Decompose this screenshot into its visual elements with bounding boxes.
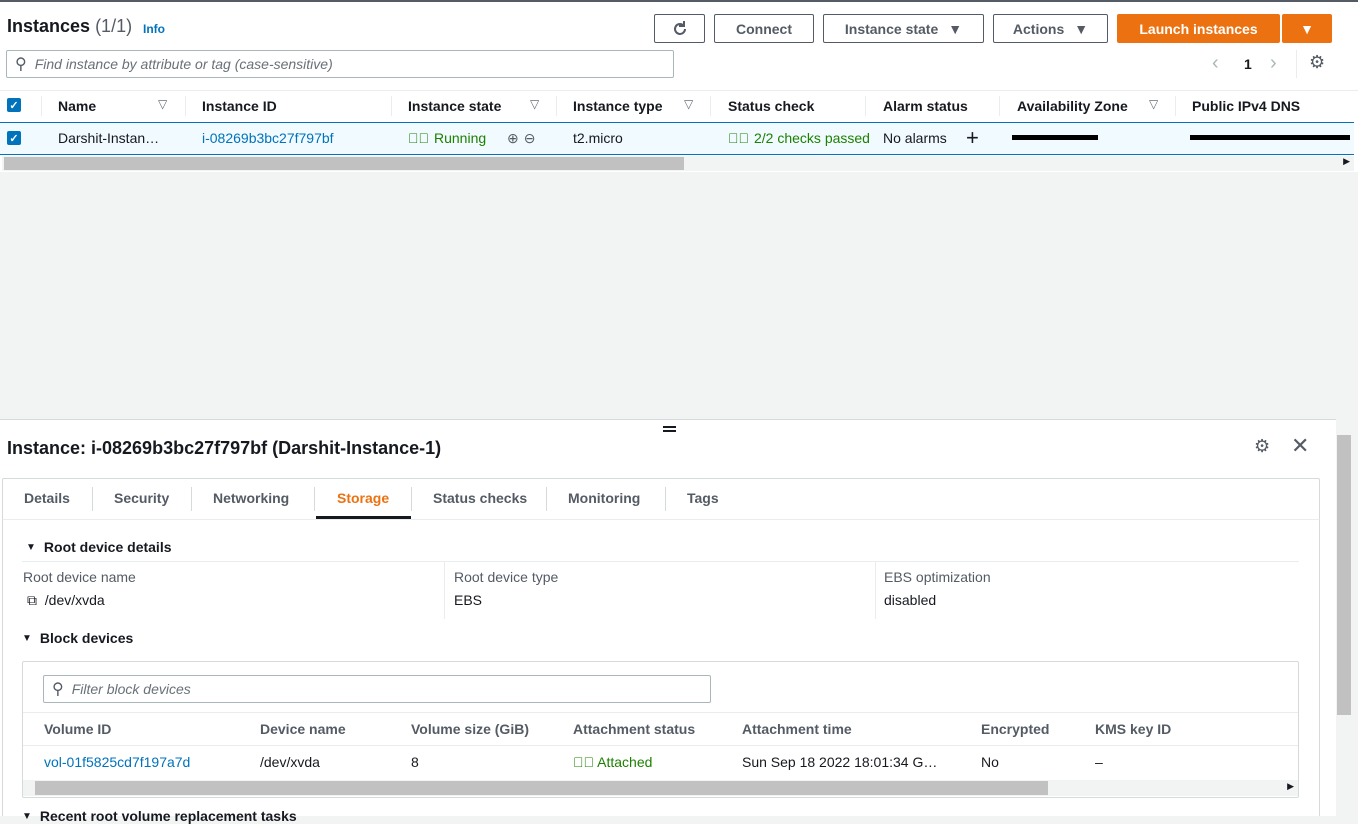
ebs-optimization-label: EBS optimization: [884, 569, 991, 585]
kms-key-id: –: [1095, 754, 1103, 770]
gear-icon[interactable]: ⚙: [1254, 436, 1270, 457]
instance-name: Darshit-Instan…: [58, 130, 160, 146]
caret-down-icon: ▼: [1074, 20, 1089, 37]
alarm-status: No alarms: [883, 130, 947, 146]
block-horizontal-scrollbar[interactable]: ▶: [23, 780, 1298, 796]
caret-down-icon: ▼: [1300, 20, 1314, 37]
actions-button[interactable]: Actions ▼: [993, 14, 1108, 43]
volume-id-link[interactable]: vol-01f5825cd7f197a7d: [44, 754, 190, 770]
sort-icon[interactable]: ▽: [158, 97, 167, 111]
prev-page-icon[interactable]: ‹: [1212, 52, 1219, 75]
sort-icon[interactable]: ▽: [530, 97, 539, 111]
tab-monitoring[interactable]: Monitoring: [568, 490, 640, 506]
instances-panel: Instances (1/1) Info Connect Instance st…: [0, 0, 1358, 172]
resize-handle[interactable]: [663, 426, 676, 428]
search-input[interactable]: ⚲ Find instance by attribute or tag (case…: [6, 50, 674, 78]
filter-block-devices-input[interactable]: ⚲ Filter block devices: [43, 675, 711, 703]
refresh-button[interactable]: [654, 14, 705, 43]
attachment-time: Sun Sep 18 2022 18:01:34 G…: [742, 754, 938, 770]
column-header-name[interactable]: Name: [58, 94, 96, 118]
instance-id-link[interactable]: i-08269b3bc27f797bf: [202, 129, 334, 147]
tab-details[interactable]: Details: [24, 490, 70, 506]
add-alarm-icon[interactable]: +: [966, 125, 979, 151]
tab-status-checks[interactable]: Status checks: [433, 490, 527, 506]
attachment-status: ✓⃝ Attached: [573, 754, 653, 770]
caret-down-icon: ▼: [22, 810, 32, 822]
horizontal-scrollbar[interactable]: ▶: [2, 156, 1354, 171]
next-page-icon[interactable]: ›: [1270, 52, 1277, 75]
column-header-attachment-time[interactable]: Attachment time: [742, 721, 852, 737]
column-header-alarm-status[interactable]: Alarm status: [883, 94, 968, 118]
instance-type: t2.micro: [573, 130, 623, 146]
column-header-device-name[interactable]: Device name: [260, 721, 346, 737]
root-device-type-label: Root device type: [454, 569, 559, 585]
row-checkbox[interactable]: ✓: [7, 131, 21, 145]
tab-networking[interactable]: Networking: [213, 490, 289, 506]
info-link[interactable]: Info: [143, 22, 165, 36]
launch-instances-button[interactable]: Launch instances: [1117, 14, 1280, 43]
select-all-checkbox[interactable]: ✓: [7, 98, 21, 112]
zoom-out-icon[interactable]: ⊖: [524, 130, 536, 147]
vertical-scrollbar[interactable]: [1336, 420, 1352, 816]
root-device-section[interactable]: ▼ Root device details: [26, 539, 172, 555]
column-header-instance-state[interactable]: Instance state: [408, 94, 501, 118]
gear-icon[interactable]: ⚙: [1309, 52, 1325, 73]
root-device-type: EBS: [454, 592, 483, 608]
search-icon: ⚲: [15, 56, 27, 73]
column-header-volume-size[interactable]: Volume size (GiB): [411, 721, 529, 737]
tab-storage[interactable]: Storage: [337, 490, 389, 506]
page-title: Instances (1/1): [7, 16, 133, 36]
column-header-public-dns[interactable]: Public IPv4 DNS: [1192, 94, 1300, 118]
zoom-in-icon[interactable]: ⊕: [507, 130, 519, 147]
close-icon[interactable]: ✕: [1291, 433, 1309, 459]
connect-button[interactable]: Connect: [714, 14, 814, 43]
replacement-tasks-section[interactable]: ▼ Recent root volume replacement tasks: [22, 808, 297, 824]
instance-state-button[interactable]: Instance state ▼: [823, 14, 984, 43]
column-header-encrypted[interactable]: Encrypted: [981, 721, 1049, 737]
caret-down-icon: ▼: [948, 20, 963, 37]
sort-icon[interactable]: ▽: [1149, 97, 1158, 111]
search-icon: ⚲: [52, 681, 64, 698]
root-device-name-label: Root device name: [23, 569, 136, 585]
status-check: ✓⃝ 2/2 checks passed: [728, 130, 870, 146]
volume-size: 8: [411, 754, 419, 770]
launch-dropdown-button[interactable]: ▼: [1282, 14, 1332, 43]
refresh-icon: [673, 20, 686, 35]
device-name: /dev/xvda: [260, 754, 320, 770]
zoom-icons[interactable]: ⊕ ⊖: [507, 129, 535, 147]
caret-down-icon: ▼: [22, 632, 32, 644]
tab-tags[interactable]: Tags: [687, 490, 719, 506]
caret-down-icon: ▼: [26, 541, 36, 553]
detail-tabs: [2, 478, 1320, 520]
column-header-kms-key-id[interactable]: KMS key ID: [1095, 721, 1171, 737]
column-header-status-check[interactable]: Status check: [728, 94, 814, 118]
check-circle-icon: ✓⃝: [728, 130, 749, 146]
column-header-instance-id[interactable]: Instance ID: [202, 94, 277, 118]
encrypted: No: [981, 754, 999, 770]
check-circle-icon: ✓⃝: [573, 754, 594, 770]
redacted-dns: [1190, 135, 1350, 140]
root-device-name: ⧉ /dev/xvda: [27, 592, 105, 608]
copy-icon[interactable]: ⧉: [27, 592, 37, 608]
check-circle-icon: ✓⃝: [408, 130, 429, 146]
ebs-optimization: disabled: [884, 592, 937, 608]
redacted-zone: [1012, 135, 1098, 140]
page-number[interactable]: 1: [1244, 56, 1252, 72]
instance-state: ✓⃝ Running: [408, 130, 487, 146]
detail-title: Instance: i-08269b3bc27f797bf (Darshit-I…: [7, 438, 442, 458]
column-header-attachment-status[interactable]: Attachment status: [573, 721, 695, 737]
tab-security[interactable]: Security: [114, 490, 169, 506]
column-header-instance-type[interactable]: Instance type: [573, 94, 662, 118]
column-header-volume-id[interactable]: Volume ID: [44, 721, 111, 737]
block-devices-section[interactable]: ▼ Block devices: [22, 630, 133, 646]
sort-icon[interactable]: ▽: [684, 97, 693, 111]
search-placeholder: Find instance by attribute or tag (case-…: [34, 56, 333, 72]
column-header-availability-zone[interactable]: Availability Zone: [1017, 94, 1128, 118]
